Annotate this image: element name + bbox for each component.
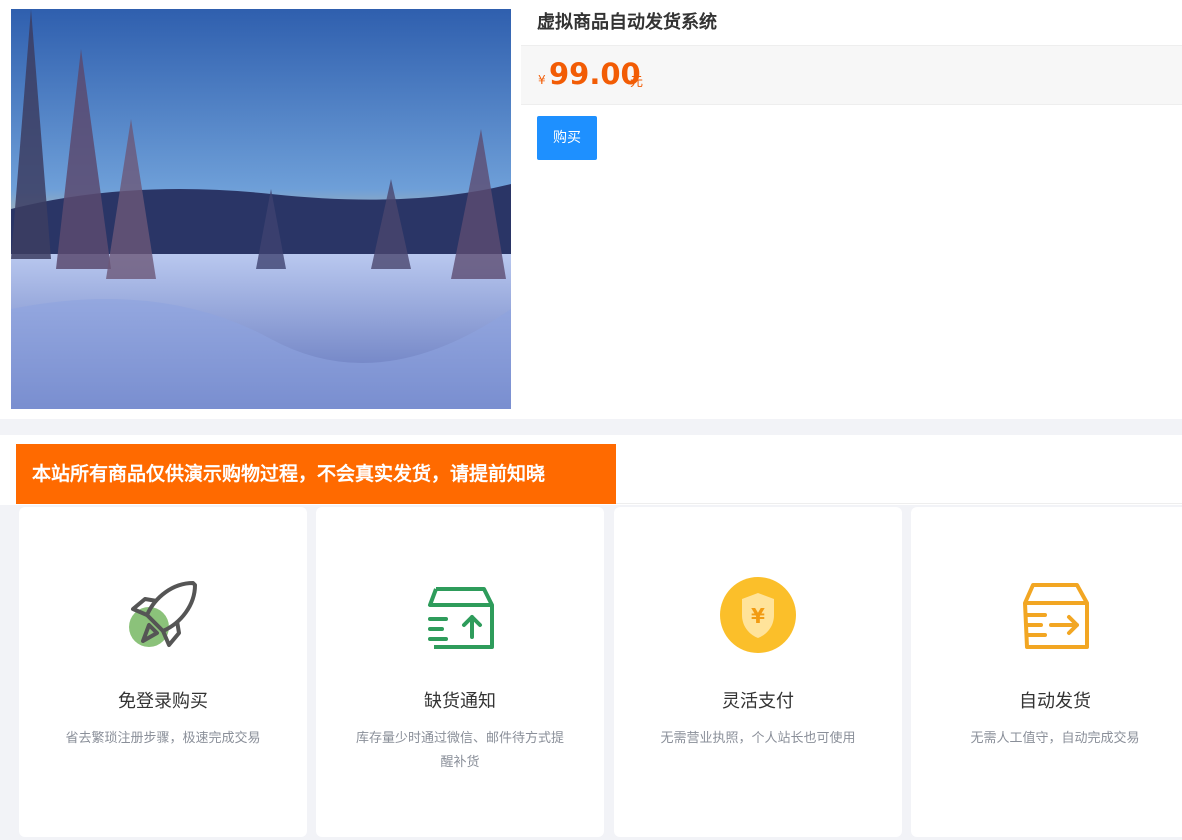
price-currency: ¥	[538, 73, 546, 87]
feature-desc: 无需人工值守，自动完成交易	[970, 731, 1140, 746]
rocket-icon	[123, 575, 203, 655]
feature-list: 免登录购买 省去繁琐注册步骤，极速完成交易 缺货通知 库存量少时通过微信、邮件待…	[0, 505, 1182, 840]
divider	[616, 503, 1182, 504]
feature-card-login-free: 免登录购买 省去繁琐注册步骤，极速完成交易	[19, 507, 307, 837]
feature-card-flexible-payment: ¥ 灵活支付 无需营业执照，个人站长也可使用	[614, 507, 902, 837]
box-delivery-icon	[1015, 575, 1095, 655]
buy-button[interactable]: 购买	[537, 116, 597, 160]
product-card: 虚拟商品自动发货系统 ¥ 99.00 元 购买	[0, 0, 1182, 419]
feature-desc: 省去繁琐注册步骤，极速完成交易	[65, 731, 261, 746]
feature-title: 自动发货	[1019, 691, 1091, 712]
feature-desc: 无需营业执照，个人站长也可使用	[660, 731, 856, 746]
feature-desc: 库存量少时通过微信、邮件待方式提醒补货	[356, 731, 565, 770]
svg-text:¥: ¥	[751, 604, 765, 628]
feature-title: 免登录购买	[118, 691, 208, 712]
feature-title: 灵活支付	[722, 691, 794, 712]
notice-banner: 本站所有商品仅供演示购物过程，不会真实发货，请提前知晓	[16, 444, 616, 504]
product-title: 虚拟商品自动发货系统	[537, 12, 717, 33]
price-unit: 元	[630, 75, 644, 90]
notice-section: 本站所有商品仅供演示购物过程，不会真实发货，请提前知晓 免登录购买 省去繁琐注册…	[0, 435, 1182, 840]
feature-card-stock-notice: 缺货通知 库存量少时通过微信、邮件待方式提醒补货	[316, 507, 604, 837]
snowy-forest-image	[11, 9, 511, 409]
feature-title: 缺货通知	[424, 691, 496, 712]
feature-card-auto-delivery: 自动发货 无需人工值守，自动完成交易	[911, 507, 1182, 837]
price-value: 99.00	[549, 57, 641, 91]
yuan-shield-icon: ¥	[718, 575, 798, 655]
price-box: ¥ 99.00 元	[521, 45, 1182, 105]
box-upload-icon	[420, 575, 500, 655]
